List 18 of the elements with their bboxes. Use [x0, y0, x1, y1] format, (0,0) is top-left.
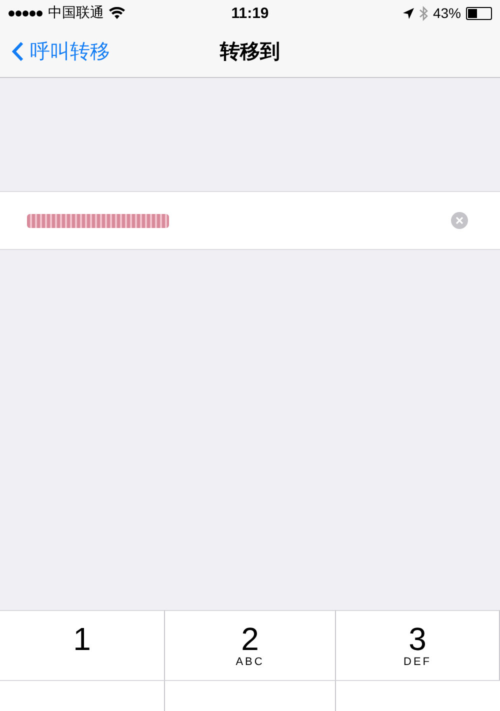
status-time: 11:19 [231, 4, 269, 22]
clear-icon[interactable] [451, 212, 468, 229]
battery-icon [466, 6, 492, 20]
bluetooth-icon [418, 6, 428, 20]
keypad-key[interactable]: 1 [0, 610, 165, 680]
battery-percent: 43% [432, 5, 461, 21]
keypad-key[interactable] [165, 680, 336, 711]
keypad-key[interactable]: 3 DEF [336, 610, 500, 680]
keypad-key[interactable] [0, 680, 165, 711]
keypad-key[interactable]: 2 ABC [165, 610, 336, 680]
forward-number-field[interactable] [0, 191, 500, 250]
carrier-name: 中国联通 [48, 4, 104, 22]
back-button[interactable]: 呼叫转移 [12, 38, 110, 65]
location-icon [402, 8, 414, 18]
wifi-icon [109, 7, 125, 19]
page-title: 转移到 [220, 40, 280, 65]
signal-icon [8, 10, 43, 16]
back-chevron-icon [12, 41, 24, 62]
